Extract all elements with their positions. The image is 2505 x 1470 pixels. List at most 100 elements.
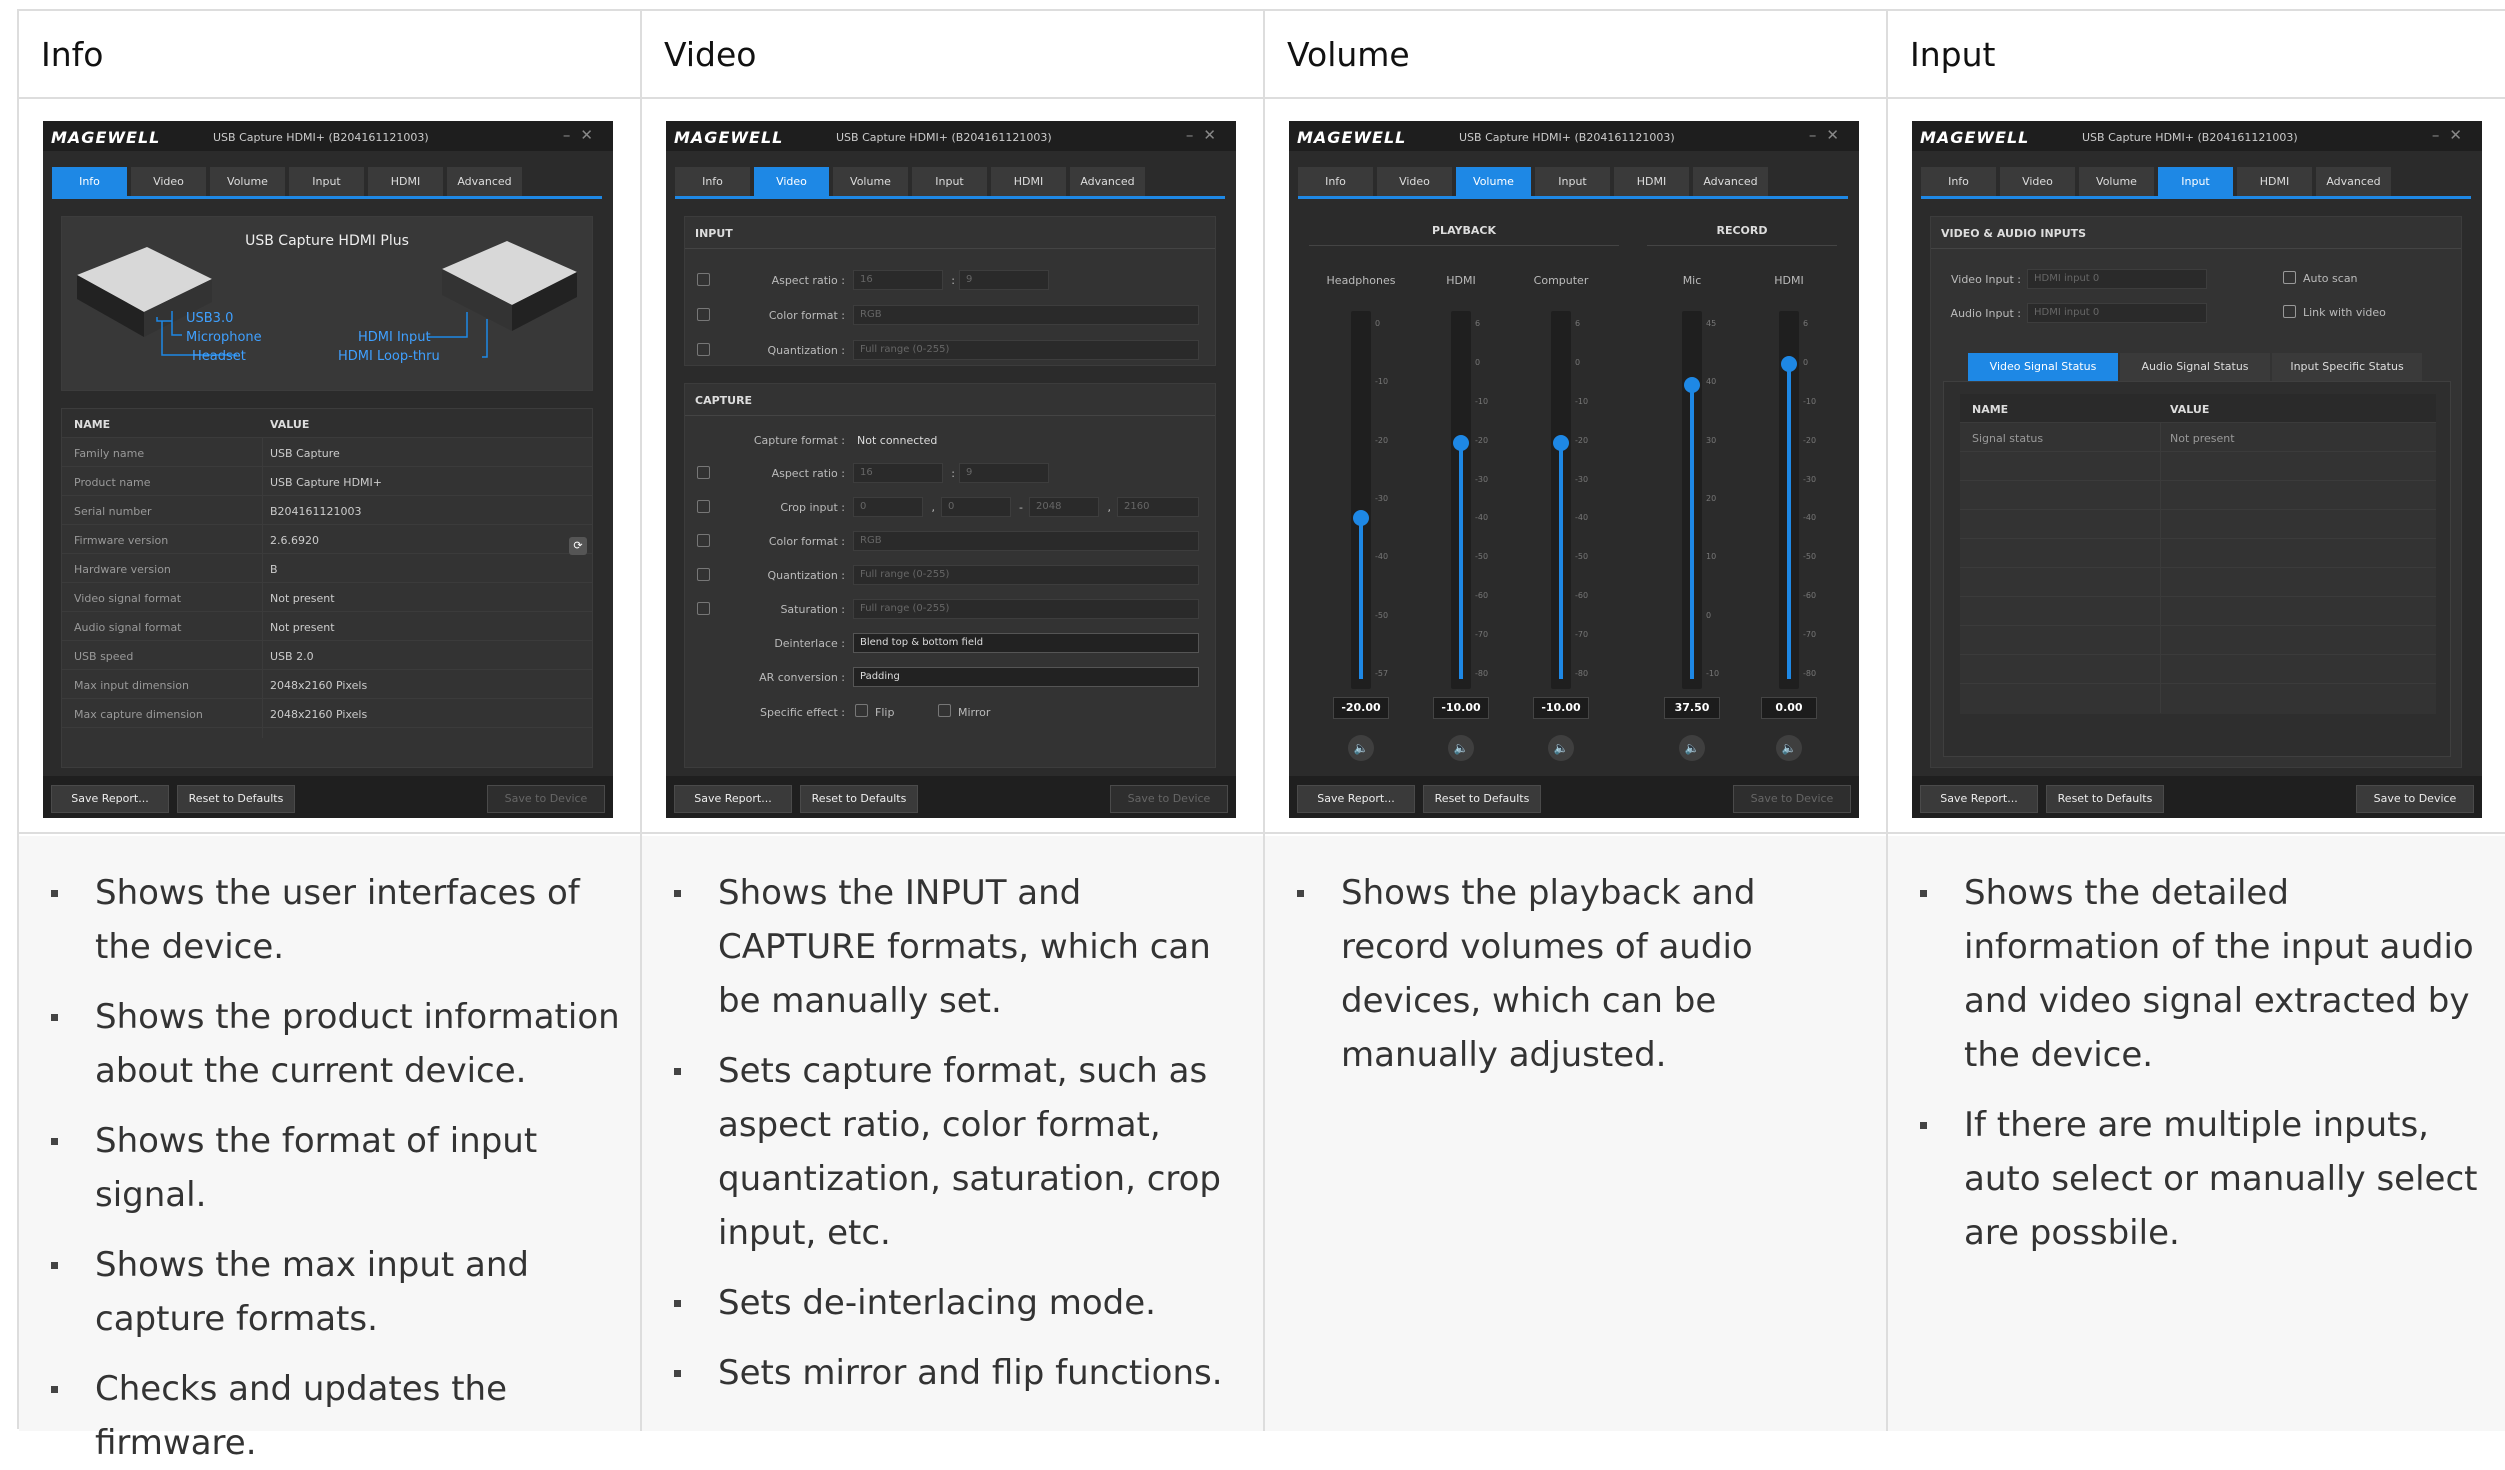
quant-select[interactable]: Full range (0-255) — [853, 565, 1199, 585]
speaker-mute-icon[interactable]: 🔈 — [1548, 735, 1574, 761]
reset-defaults-button[interactable]: Reset to Defaults — [2046, 785, 2164, 813]
flip-checkbox[interactable] — [855, 704, 868, 717]
link-video-checkbox[interactable] — [2283, 305, 2296, 318]
volume-slider[interactable] — [1351, 311, 1371, 689]
quant-checkbox[interactable] — [697, 568, 710, 581]
color-select[interactable]: RGB — [853, 531, 1199, 551]
save-device-button[interactable]: Save to Device — [1733, 785, 1851, 813]
reset-defaults-button[interactable]: Reset to Defaults — [1423, 785, 1541, 813]
tab-input[interactable]: Input — [289, 167, 364, 196]
bullet-list: Shows the INPUT and CAPTURE formats, whi… — [668, 866, 1243, 1400]
device-selector[interactable]: USB Capture HDMI+ (B204161121003) — [836, 131, 1052, 144]
tab-input[interactable]: Input — [1535, 167, 1610, 196]
volume-slider[interactable] — [1779, 311, 1799, 689]
slider-knob[interactable] — [1684, 377, 1700, 394]
crop-h-field[interactable]: 2160 — [1117, 497, 1199, 517]
tab-advanced[interactable]: Advanced — [447, 167, 522, 196]
tab-video[interactable]: Video — [131, 167, 206, 196]
reset-defaults-button[interactable]: Reset to Defaults — [800, 785, 918, 813]
speaker-mute-icon[interactable]: 🔈 — [1679, 735, 1705, 761]
aspect-checkbox[interactable] — [697, 273, 710, 286]
tab-volume[interactable]: Volume — [1456, 167, 1531, 196]
aspect-h-field[interactable]: 9 — [959, 270, 1049, 290]
color-checkbox[interactable] — [697, 534, 710, 547]
window-controls[interactable]: –✕ — [563, 126, 603, 144]
auto-scan-checkbox[interactable] — [2283, 271, 2296, 284]
slider-knob[interactable] — [1553, 434, 1569, 451]
tab-video[interactable]: Video — [754, 167, 829, 196]
color-select[interactable]: RGB — [853, 305, 1199, 325]
volume-slider[interactable] — [1551, 311, 1571, 689]
save-report-button[interactable]: Save Report... — [1297, 785, 1415, 813]
tab-advanced[interactable]: Advanced — [2316, 167, 2391, 196]
list-item: Shows the playback and record volumes of… — [1291, 866, 1866, 1082]
aspect-label: Aspect ratio : — [771, 274, 845, 287]
speaker-mute-icon[interactable]: 🔈 — [1448, 735, 1474, 761]
aspect-checkbox[interactable] — [697, 466, 710, 479]
window-controls[interactable]: –✕ — [1809, 126, 1849, 144]
tab-advanced[interactable]: Advanced — [1693, 167, 1768, 196]
volume-slider[interactable] — [1451, 311, 1471, 689]
video-input-select[interactable]: HDMI input 0 — [2027, 269, 2207, 289]
tab-video[interactable]: Video — [1377, 167, 1452, 196]
device-selector[interactable]: USB Capture HDMI+ (B204161121003) — [1459, 131, 1675, 144]
refresh-firmware-icon[interactable]: ⟳ — [569, 537, 587, 555]
tab-info[interactable]: Info — [675, 167, 750, 196]
slider-knob[interactable] — [1453, 434, 1469, 451]
slider-knob[interactable] — [1353, 509, 1369, 526]
volume-value[interactable]: -10.00 — [1433, 697, 1489, 719]
saturation-checkbox[interactable] — [697, 602, 710, 615]
quant-checkbox[interactable] — [697, 343, 710, 356]
volume-value[interactable]: 0.00 — [1761, 697, 1817, 719]
crop-w-field[interactable]: 2048 — [1029, 497, 1099, 517]
subtab-input-specific[interactable]: Input Specific Status — [2272, 353, 2422, 381]
tab-hdmi[interactable]: HDMI — [1614, 167, 1689, 196]
reset-defaults-button[interactable]: Reset to Defaults — [177, 785, 295, 813]
quant-select[interactable]: Full range (0-255) — [853, 340, 1199, 360]
tab-hdmi[interactable]: HDMI — [368, 167, 443, 196]
device-selector[interactable]: USB Capture HDMI+ (B204161121003) — [213, 131, 429, 144]
tab-info[interactable]: Info — [1298, 167, 1373, 196]
speaker-mute-icon[interactable]: 🔈 — [1776, 735, 1802, 761]
crop-checkbox[interactable] — [697, 500, 710, 513]
tab-input[interactable]: Input — [2158, 167, 2233, 196]
aspect-h-field[interactable]: 9 — [959, 463, 1049, 483]
tab-volume[interactable]: Volume — [833, 167, 908, 196]
volume-value[interactable]: -10.00 — [1533, 697, 1589, 719]
tab-video[interactable]: Video — [2000, 167, 2075, 196]
save-device-button[interactable]: Save to Device — [1110, 785, 1228, 813]
tab-info[interactable]: Info — [1921, 167, 1996, 196]
window-controls[interactable]: –✕ — [2432, 126, 2472, 144]
device-selector[interactable]: USB Capture HDMI+ (B204161121003) — [2082, 131, 2298, 144]
subtab-audio-status[interactable]: Audio Signal Status — [2120, 353, 2270, 381]
tab-hdmi[interactable]: HDMI — [2237, 167, 2312, 196]
tab-advanced[interactable]: Advanced — [1070, 167, 1145, 196]
saturation-select[interactable]: Full range (0-255) — [853, 599, 1199, 619]
volume-value[interactable]: -20.00 — [1333, 697, 1389, 719]
save-report-button[interactable]: Save Report... — [674, 785, 792, 813]
save-device-button[interactable]: Save to Device — [2356, 785, 2474, 813]
save-report-button[interactable]: Save Report... — [51, 785, 169, 813]
tab-input[interactable]: Input — [912, 167, 987, 196]
volume-value[interactable]: 37.50 — [1664, 697, 1720, 719]
deinterlace-select[interactable]: Blend top & bottom field — [853, 633, 1199, 653]
save-report-button[interactable]: Save Report... — [1920, 785, 2038, 813]
volume-slider[interactable] — [1682, 311, 1702, 689]
subtab-video-status[interactable]: Video Signal Status — [1968, 353, 2118, 381]
color-checkbox[interactable] — [697, 308, 710, 321]
audio-input-select[interactable]: HDMI input 0 — [2027, 303, 2207, 323]
window-controls[interactable]: –✕ — [1186, 126, 1226, 144]
arconv-select[interactable]: Padding — [853, 667, 1199, 687]
tab-hdmi[interactable]: HDMI — [991, 167, 1066, 196]
aspect-w-field[interactable]: 16 — [853, 270, 943, 290]
tab-info[interactable]: Info — [52, 167, 127, 196]
tab-volume[interactable]: Volume — [2079, 167, 2154, 196]
crop-y-field[interactable]: 0 — [941, 497, 1011, 517]
tab-volume[interactable]: Volume — [210, 167, 285, 196]
speaker-mute-icon[interactable]: 🔈 — [1348, 735, 1374, 761]
mirror-checkbox[interactable] — [938, 704, 951, 717]
save-device-button[interactable]: Save to Device — [487, 785, 605, 813]
crop-x-field[interactable]: 0 — [853, 497, 923, 517]
slider-knob[interactable] — [1781, 355, 1797, 372]
aspect-w-field[interactable]: 16 — [853, 463, 943, 483]
